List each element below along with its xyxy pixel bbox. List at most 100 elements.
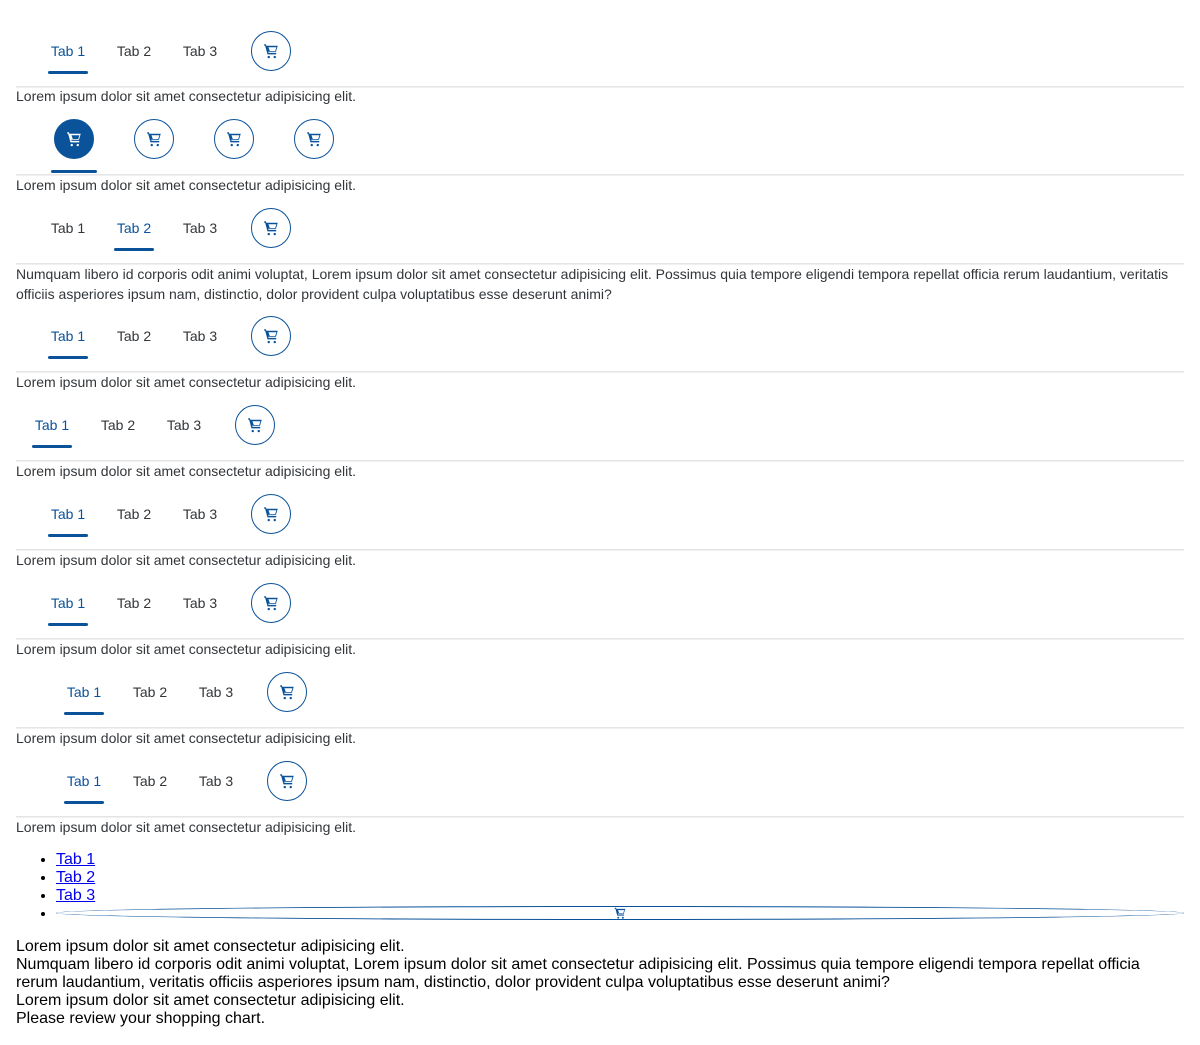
tab-2-link[interactable]: Tab 2 [56,869,95,886]
tab-label: Tab 3 [182,43,218,59]
cart-button[interactable] [267,672,307,712]
tab-2[interactable]: Tab 2 [104,568,164,638]
tab-2[interactable]: Tab 2 [104,193,164,263]
shopping-cart-icon [262,505,280,523]
panel-text: Numquam libero id corporis odit animi vo… [16,956,1140,991]
unstyled-tab-list: Tab 1 Tab 2 Tab 3 [16,851,1200,923]
panel-text: Lorem ipsum dolor sit amet consectetur a… [16,463,357,479]
panel-text: Lorem ipsum dolor sit amet consectetur a… [16,177,357,193]
tab-label: Tab 1 [50,328,86,344]
cart-button[interactable] [251,583,291,623]
cart-tab-1[interactable] [54,119,94,159]
tab-3[interactable]: Tab 3 [170,301,230,371]
cart-tab-4[interactable] [294,119,334,159]
tab-label: Tab 1 [66,773,102,789]
active-tab-indicator [48,356,88,359]
panel-text: Lorem ipsum dolor sit amet consectetur a… [16,374,357,390]
tab-3[interactable]: Tab 3 [170,568,230,638]
tab-2[interactable]: Tab 2 [104,16,164,86]
tab-label: Tab 1 [50,506,86,522]
shopping-cart-icon [278,772,296,790]
tab-3[interactable]: Tab 3 [186,746,246,816]
tab-label: Tab 3 [182,220,218,236]
cart-button[interactable] [56,906,1184,920]
tab-3[interactable]: Tab 3 [170,193,230,263]
panel-text: Lorem ipsum dolor sit amet consectetur a… [16,730,357,746]
active-tab-indicator [114,248,154,251]
tab-label: Tab 2 [132,773,168,789]
tab-3[interactable]: Tab 3 [186,657,246,727]
tab-group-1: Tab 1 Tab 2 Tab 3 [16,16,1184,87]
tab-label: Tab 2 [116,43,152,59]
cart-button[interactable] [251,208,291,248]
shopping-cart-icon [613,906,627,920]
tab-group-2 [16,103,1184,175]
active-tab-indicator [32,445,72,448]
tab-1[interactable]: Tab 1 [54,657,114,727]
tab-label: Tab 3 [182,595,218,611]
unstyled-panel-texts: Lorem ipsum dolor sit amet consectetur a… [16,938,1186,1028]
tab-1[interactable]: Tab 1 [38,568,98,638]
tab-bar: Tab 1 Tab 2 Tab 3 [16,193,1184,264]
tab-bar: Tab 1 Tab 2 Tab 3 [16,479,1184,550]
tab-1[interactable]: Tab 1 [38,301,98,371]
tab-2[interactable]: Tab 2 [88,390,148,460]
tab-group-5: Tab 1 Tab 2 Tab 3 [16,390,1184,461]
cart-button[interactable] [251,316,291,356]
tab-bar [16,103,1184,175]
panel-text: Numquam libero id corporis odit animi vo… [16,266,1169,302]
active-tab-indicator [48,623,88,626]
cart-button[interactable] [251,31,291,71]
cart-tab-3[interactable] [214,119,254,159]
panel-text: Lorem ipsum dolor sit amet consectetur a… [16,641,357,657]
panel-text: Lorem ipsum dolor sit amet consectetur a… [16,819,357,835]
tab-group-4: Tab 1 Tab 2 Tab 3 [16,301,1184,372]
tab-2[interactable]: Tab 2 [120,657,180,727]
tab-1[interactable]: Tab 1 [38,16,98,86]
tab-2[interactable]: Tab 2 [120,746,180,816]
cart-button[interactable] [251,494,291,534]
tab-3[interactable]: Tab 3 [170,16,230,86]
tab-label: Tab 3 [182,328,218,344]
shopping-cart-icon [65,130,83,148]
tab-bar: Tab 1 Tab 2 Tab 3 [16,390,1184,461]
active-tab-indicator [51,170,97,173]
tab-group-7: Tab 1 Tab 2 Tab 3 [16,568,1184,639]
tab-label: Tab 2 [116,328,152,344]
tab-group-8: Tab 1 Tab 2 Tab 3 [16,657,1184,728]
tab-label: Tab 2 [132,684,168,700]
tab-2[interactable]: Tab 2 [104,479,164,549]
tab-3[interactable]: Tab 3 [154,390,214,460]
active-tab-indicator [64,712,104,715]
tab-label: Tab 1 [50,595,86,611]
cart-tab-2[interactable] [134,119,174,159]
tab-bar: Tab 1 Tab 2 Tab 3 [16,746,1184,817]
list-item [56,905,1200,923]
tab-label: Tab 2 [100,417,136,433]
tab-label: Tab 1 [50,220,86,236]
shopping-cart-icon [262,42,280,60]
cart-button[interactable] [267,761,307,801]
panel-text: Lorem ipsum dolor sit amet consectetur a… [16,992,405,1009]
tab-bar: Tab 1 Tab 2 Tab 3 [16,301,1184,372]
tab-1[interactable]: Tab 1 [38,193,98,263]
tab-3-link[interactable]: Tab 3 [56,887,95,904]
panel-text: Lorem ipsum dolor sit amet consectetur a… [16,938,405,955]
tab-bar: Tab 1 Tab 2 Tab 3 [16,568,1184,639]
shopping-cart-icon [305,130,323,148]
tab-label: Tab 1 [66,684,102,700]
tab-1[interactable]: Tab 1 [38,479,98,549]
shopping-cart-icon [262,327,280,345]
active-tab-indicator [48,71,88,74]
tab-label: Tab 3 [166,417,202,433]
cart-button[interactable] [235,405,275,445]
tab-label: Tab 2 [116,220,152,236]
tab-bar: Tab 1 Tab 2 Tab 3 [16,657,1184,728]
tab-1[interactable]: Tab 1 [22,390,82,460]
tab-1-link[interactable]: Tab 1 [56,851,95,868]
tab-2[interactable]: Tab 2 [104,301,164,371]
list-item: Tab 2 [56,869,1200,887]
tab-3[interactable]: Tab 3 [170,479,230,549]
tab-bar: Tab 1 Tab 2 Tab 3 [16,16,1184,87]
tab-1[interactable]: Tab 1 [54,746,114,816]
